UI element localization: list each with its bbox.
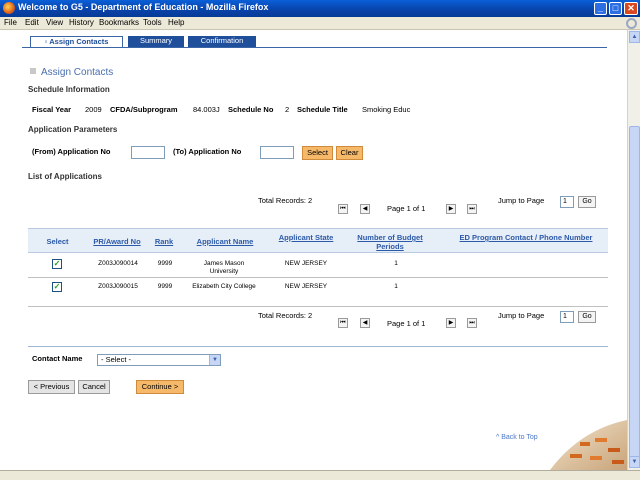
next-page-bottom-icon[interactable]: ▶ — [446, 318, 456, 328]
row-2-state: NEW JERSEY — [284, 283, 328, 290]
tab-confirmation[interactable]: Confirmation — [188, 36, 256, 47]
window-title: Welcome to G5 - Department of Education … — [18, 2, 269, 12]
tabs-divider — [22, 47, 607, 48]
last-page-icon[interactable]: ⏭ — [467, 204, 477, 214]
heading-square-icon — [30, 68, 36, 74]
continue-button[interactable]: Continue > — [136, 380, 184, 394]
page-indicator-top: Page 1 of 1 — [387, 204, 426, 213]
row-1-checkbox[interactable]: ✓ — [52, 259, 62, 269]
throbber-icon — [626, 18, 637, 29]
prev-page-bottom-icon[interactable]: ◀ — [360, 318, 370, 328]
menu-edit[interactable]: Edit — [25, 18, 39, 27]
row-separator — [28, 277, 608, 278]
table-divider — [28, 306, 608, 307]
cfda-value: 84.003J — [193, 105, 220, 114]
previous-button[interactable]: < Previous — [28, 380, 75, 394]
prev-page-icon[interactable]: ◀ — [360, 204, 370, 214]
to-app-label: (To) Application No — [173, 147, 242, 156]
contact-name-label: Contact Name — [32, 354, 83, 363]
scroll-up-icon[interactable]: ▲ — [629, 31, 640, 43]
row-2-checkbox[interactable]: ✓ — [52, 282, 62, 292]
fiscal-year-value: 2009 — [85, 105, 102, 114]
schedule-no-value: 2 — [285, 105, 290, 114]
col-select: Select — [46, 237, 69, 246]
from-app-label: (From) Application No — [32, 147, 111, 156]
fiscal-year-label: Fiscal Year — [32, 105, 72, 114]
row-1-budget-periods: 1 — [394, 260, 398, 267]
schedule-title-value: Smoking Educ — [362, 105, 411, 114]
schedule-title-label: Schedule Title — [297, 105, 348, 114]
col-award-no[interactable]: PR/Award No — [87, 237, 147, 246]
contact-name-selected: - Select - — [101, 355, 132, 364]
contact-name-select[interactable]: - Select - ▼ — [97, 354, 221, 366]
scroll-thumb[interactable] — [629, 126, 640, 464]
jump-input-bottom[interactable]: 1 — [560, 311, 574, 323]
col-budget-periods[interactable]: Number of Budget Periods — [345, 233, 435, 251]
total-records-top: Total Records: 2 — [258, 196, 313, 205]
from-app-input[interactable] — [131, 146, 165, 159]
firefox-icon — [3, 2, 15, 14]
page-indicator-bottom: Page 1 of 1 — [387, 319, 426, 328]
vertical-scrollbar[interactable]: ▲ ▼ — [627, 30, 640, 470]
total-records-bottom: Total Records: 2 — [258, 311, 313, 320]
cfda-label: CFDA/Subprogram — [110, 105, 178, 114]
scroll-down-icon[interactable]: ▼ — [629, 456, 640, 468]
col-ed-contact[interactable]: ED Program Contact / Phone Number — [452, 233, 600, 242]
list-heading: List of Applications — [28, 172, 102, 181]
jump-label-top: Jump to Page — [498, 196, 545, 205]
tab-bullet-icon: ▫ — [44, 37, 48, 46]
first-page-icon[interactable]: ⏮ — [338, 204, 348, 214]
tab-summary[interactable]: Summary — [128, 36, 184, 47]
menu-history[interactable]: History — [69, 18, 94, 27]
go-button-top[interactable]: Go — [578, 196, 596, 208]
page-content: ▫ Assign Contacts Summary Confirmation As… — [0, 30, 627, 470]
row-1-state: NEW JERSEY — [284, 260, 328, 267]
chevron-down-icon: ▼ — [209, 355, 220, 365]
schedule-no-label: Schedule No — [228, 105, 274, 114]
col-applicant-name[interactable]: Applicant Name — [180, 237, 270, 246]
select-button[interactable]: Select — [302, 146, 333, 160]
menu-bar: File Edit View History Bookmarks Tools H… — [0, 17, 640, 30]
cancel-button[interactable]: Cancel — [78, 380, 110, 394]
row-1-name: James Mason University — [203, 260, 245, 275]
jump-label-bottom: Jump to Page — [498, 311, 545, 320]
to-app-input[interactable] — [260, 146, 294, 159]
clear-button[interactable]: Clear — [336, 146, 363, 160]
row-2-name: Elizabeth City College — [192, 283, 256, 290]
first-page-bottom-icon[interactable]: ⏮ — [338, 318, 348, 328]
menu-file[interactable]: File — [4, 18, 17, 27]
menu-help[interactable]: Help — [168, 18, 184, 27]
maximize-button[interactable]: □ — [609, 2, 622, 15]
jump-input-top[interactable]: 1 — [560, 196, 574, 208]
row-2-award: Z003J090015 — [98, 283, 138, 290]
schedule-info-heading: Schedule Information — [28, 85, 110, 94]
status-bar — [0, 470, 640, 480]
close-button[interactable]: ✕ — [624, 2, 638, 15]
next-page-icon[interactable]: ▶ — [446, 204, 456, 214]
decorative-classroom-image — [550, 420, 627, 470]
last-page-bottom-icon[interactable]: ⏭ — [467, 318, 477, 328]
row-1-award: Z003J090014 — [98, 260, 138, 267]
window-titlebar: Welcome to G5 - Department of Education … — [0, 0, 640, 17]
row-2-budget-periods: 1 — [394, 283, 398, 290]
section-divider — [28, 346, 608, 347]
menu-tools[interactable]: Tools — [143, 18, 162, 27]
go-button-bottom[interactable]: Go — [578, 311, 596, 323]
row-1-rank: 9999 — [157, 260, 173, 267]
col-rank[interactable]: Rank — [150, 237, 178, 246]
app-params-heading: Application Parameters — [28, 125, 118, 134]
col-applicant-state[interactable]: Applicant State — [278, 233, 334, 242]
row-2-rank: 9999 — [157, 283, 173, 290]
menu-bookmarks[interactable]: Bookmarks — [99, 18, 139, 27]
minimize-button[interactable]: _ — [594, 2, 607, 15]
page-title: Assign Contacts — [30, 67, 113, 78]
menu-view[interactable]: View — [46, 18, 63, 27]
